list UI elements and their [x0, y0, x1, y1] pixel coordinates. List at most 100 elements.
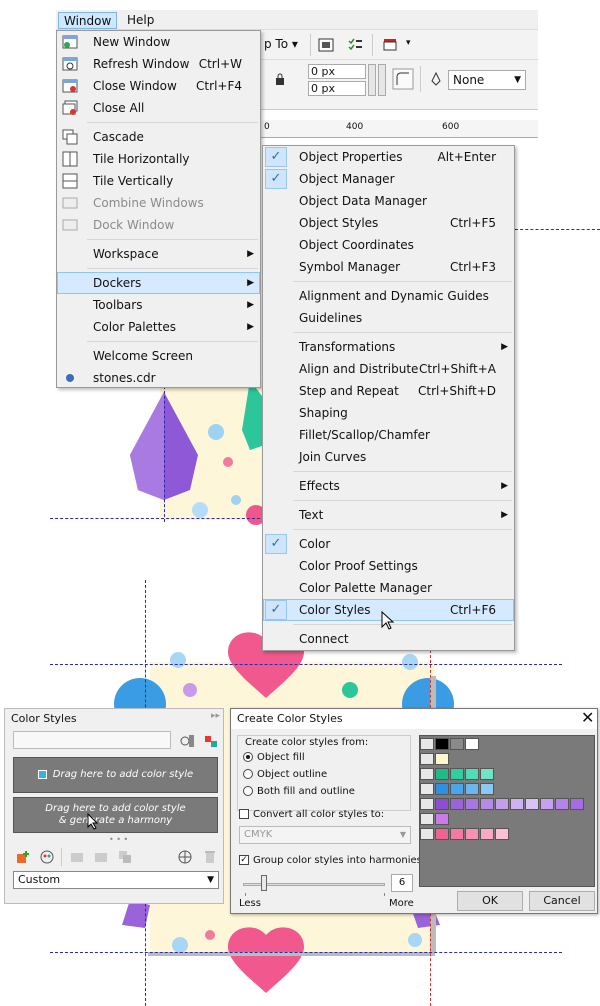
color-swatch[interactable] — [480, 828, 494, 840]
color-swatch[interactable] — [465, 738, 479, 750]
color-swatch[interactable] — [435, 753, 449, 765]
style-name-field[interactable] — [13, 731, 171, 749]
menu-item-color[interactable]: ✓ Color — [263, 533, 514, 555]
color-swatch[interactable] — [495, 798, 509, 810]
color-swatch[interactable] — [465, 798, 479, 810]
color-swatch[interactable] — [465, 828, 479, 840]
menu-item-align-distribute[interactable]: Align and Distribute Ctrl+Shift+A — [263, 358, 514, 380]
color-swatch[interactable] — [435, 738, 449, 750]
pen-nib-icon[interactable] — [430, 72, 442, 86]
color-swatch[interactable] — [435, 813, 449, 825]
color-swatch[interactable] — [435, 828, 449, 840]
color-swatch[interactable] — [510, 798, 524, 810]
menu-item-tile-horizontally[interactable]: Tile Horizontally — [57, 148, 260, 170]
palette-dropdown[interactable]: Custom ▼ — [13, 871, 219, 889]
cancel-button[interactable]: Cancel — [529, 891, 595, 911]
color-swatch[interactable] — [480, 768, 494, 780]
resize-handle[interactable]: • • • — [109, 835, 128, 844]
menu-item-close-window[interactable]: Close Window Ctrl+F4 — [57, 75, 260, 97]
lock-icon[interactable] — [274, 72, 286, 86]
position-field-1[interactable]: 0 px — [308, 64, 366, 79]
field-spinner[interactable] — [378, 64, 386, 96]
guideline[interactable] — [164, 386, 165, 522]
checklist-icon[interactable] — [347, 37, 363, 53]
menu-item-tile-vertically[interactable]: Tile Vertically — [57, 170, 260, 192]
menu-item-new-window[interactable]: New Window — [57, 31, 260, 53]
menu-item-step-repeat[interactable]: Step and Repeat Ctrl+Shift+D — [263, 380, 514, 402]
image-icon[interactable] — [318, 38, 334, 52]
color-swatch[interactable] — [465, 783, 479, 795]
color-swatch[interactable] — [540, 798, 554, 810]
menu-item-workspace[interactable]: Workspace ▶ — [57, 243, 260, 265]
menu-item-stones-cdr[interactable]: stones.cdr — [57, 367, 260, 389]
menu-item-connect[interactable]: Connect — [263, 628, 514, 650]
menu-item-object-manager[interactable]: ✓ Object Manager — [263, 168, 514, 190]
launch-icon[interactable] — [382, 37, 398, 53]
new-harmony-icon[interactable] — [39, 849, 55, 865]
guideline[interactable] — [50, 518, 265, 519]
color-swatch[interactable] — [450, 738, 464, 750]
harmony-row-icon[interactable] — [420, 783, 434, 795]
new-color-style-icon[interactable] — [15, 849, 31, 865]
import-styles-icon[interactable] — [179, 733, 195, 749]
color-swatch[interactable] — [570, 798, 584, 810]
guideline[interactable] — [50, 664, 562, 665]
menu-item-toolbars[interactable]: Toolbars ▶ — [57, 294, 260, 316]
menu-item-cascade[interactable]: Cascade — [57, 126, 260, 148]
drop-zone-harmony[interactable]: Drag here to add color style & generate … — [13, 797, 218, 833]
close-icon[interactable]: ✕ — [581, 708, 594, 727]
outline-width-dropdown[interactable]: None ▼ — [448, 70, 526, 90]
panel-collapse-icon[interactable]: ▸▸ — [211, 711, 220, 721]
menu-item-guidelines[interactable]: Guidelines — [263, 307, 514, 329]
radio-object-outline[interactable]: Object outline — [243, 769, 327, 780]
menu-item-effects[interactable]: Effects ▶ — [263, 475, 514, 497]
menu-item-color-palettes[interactable]: Color Palettes ▶ — [57, 316, 260, 338]
harmony-row-icon[interactable] — [420, 738, 434, 750]
menu-item-fillet-scallop-chamfer[interactable]: Fillet/Scallop/Chamfer — [263, 424, 514, 446]
color-swatch[interactable] — [435, 783, 449, 795]
color-swatch[interactable] — [480, 783, 494, 795]
color-swatch[interactable] — [525, 798, 539, 810]
menu-item-object-data-manager[interactable]: Object Data Manager — [263, 190, 514, 212]
menu-item-shaping[interactable]: Shaping — [263, 402, 514, 424]
menu-window[interactable]: Window — [58, 12, 118, 29]
radio-object-fill[interactable]: Object fill — [243, 752, 305, 763]
menu-item-text[interactable]: Text ▶ — [263, 504, 514, 526]
new-style-icon[interactable] — [203, 733, 219, 749]
menu-item-color-palette-manager[interactable]: Color Palette Manager — [263, 577, 514, 599]
menu-item-dockers[interactable]: Dockers ▶ — [57, 272, 260, 294]
color-swatch[interactable] — [555, 798, 569, 810]
menu-item-object-styles[interactable]: Object Styles Ctrl+F5 — [263, 212, 514, 234]
drop-zone-color-style[interactable]: Drag here to add color style — [13, 757, 218, 793]
menu-help[interactable]: Help — [122, 12, 159, 29]
color-swatch[interactable] — [495, 828, 509, 840]
color-swatch[interactable] — [450, 828, 464, 840]
menu-item-alignment-guides[interactable]: Alignment and Dynamic Guides — [263, 285, 514, 307]
harmony-count-field[interactable]: 6 — [391, 874, 413, 892]
harmony-slider-thumb[interactable] — [261, 875, 267, 891]
harmony-row-icon[interactable] — [420, 813, 434, 825]
harmony-row-icon[interactable] — [420, 828, 434, 840]
menu-item-color-proof-settings[interactable]: Color Proof Settings — [263, 555, 514, 577]
menu-item-welcome-screen[interactable]: Welcome Screen — [57, 345, 260, 367]
menu-item-refresh-window[interactable]: Refresh Window Ctrl+W — [57, 53, 260, 75]
harmony-row-icon[interactable] — [420, 798, 434, 810]
color-swatch[interactable] — [435, 768, 449, 780]
color-swatch[interactable] — [465, 768, 479, 780]
harmony-row-icon[interactable] — [420, 753, 434, 765]
color-swatch[interactable] — [450, 783, 464, 795]
position-field-2[interactable]: 0 px — [308, 81, 366, 96]
menu-item-object-properties[interactable]: ✓ Object Properties Alt+Enter — [263, 146, 514, 168]
guideline[interactable] — [515, 229, 600, 230]
convert-checkbox[interactable]: Convert all color styles to: — [239, 809, 384, 820]
radio-both[interactable]: Both fill and outline — [243, 786, 355, 797]
color-swatch[interactable] — [435, 798, 449, 810]
launch-dropdown-arrow[interactable]: ▾ — [406, 38, 411, 48]
horizontal-ruler[interactable]: 0 400 600 — [260, 120, 538, 138]
corner-icon[interactable] — [392, 68, 414, 90]
menu-item-symbol-manager[interactable]: Symbol Manager Ctrl+F3 — [263, 256, 514, 278]
group-harmonies-checkbox[interactable]: ✓ Group color styles into harmonies: — [239, 855, 425, 866]
menu-item-join-curves[interactable]: Join Curves — [263, 446, 514, 468]
field-spinner[interactable] — [368, 64, 376, 96]
menu-item-close-all[interactable]: Close All — [57, 97, 260, 119]
